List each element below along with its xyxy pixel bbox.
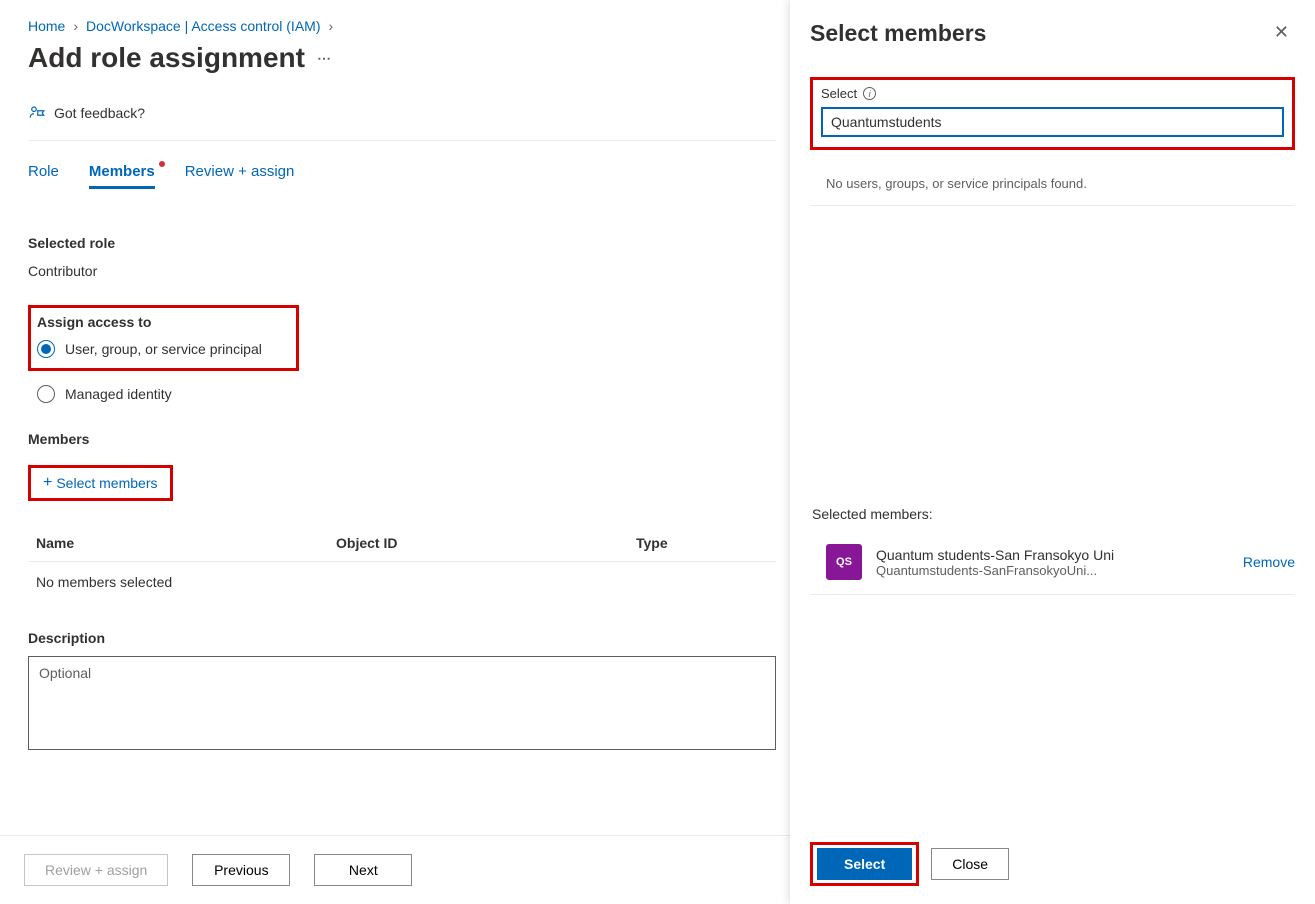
- avatar: QS: [826, 544, 862, 580]
- remove-link[interactable]: Remove: [1243, 554, 1295, 570]
- panel-footer: Select Close: [790, 824, 1315, 904]
- assign-access-label: Assign access to: [37, 314, 262, 330]
- col-object-id: Object ID: [336, 535, 636, 551]
- members-table-empty: No members selected: [28, 562, 776, 602]
- selected-role-value: Contributor: [28, 263, 776, 279]
- members-label: Members: [28, 431, 776, 447]
- review-assign-button[interactable]: Review + assign: [24, 854, 168, 886]
- no-results-text: No users, groups, or service principals …: [810, 170, 1295, 206]
- breadcrumb-workspace[interactable]: DocWorkspace | Access control (IAM): [86, 18, 320, 34]
- selected-members-label: Selected members:: [810, 506, 1295, 522]
- feedback-label: Got feedback?: [54, 105, 145, 121]
- highlight-assign-access: Assign access to User, group, or service…: [28, 305, 299, 371]
- member-name: Quantum students-San Fransokyo Uni: [876, 547, 1221, 563]
- next-button[interactable]: Next: [314, 854, 412, 886]
- chevron-right-icon: ›: [328, 18, 333, 34]
- radio-user-label: User, group, or service principal: [65, 341, 262, 357]
- select-members-link-label: Select members: [56, 475, 157, 491]
- panel-title: Select members: [810, 20, 986, 47]
- search-input[interactable]: [821, 107, 1284, 137]
- more-menu-icon[interactable]: ⋯: [317, 50, 333, 67]
- description-textarea[interactable]: Optional: [28, 656, 776, 750]
- radio-managed-label: Managed identity: [65, 386, 172, 402]
- tab-review-assign[interactable]: Review + assign: [185, 163, 295, 189]
- feedback-link[interactable]: Got feedback?: [28, 104, 776, 141]
- select-members-panel: Select members ✕ Select i No users, grou…: [790, 0, 1315, 904]
- feedback-icon: [28, 104, 46, 122]
- highlight-select-input: Select i: [810, 77, 1295, 150]
- indicator-dot-icon: [159, 161, 165, 167]
- select-label: Select: [821, 86, 857, 101]
- select-members-link[interactable]: + Select members: [43, 474, 158, 492]
- highlight-select-button: Select: [810, 842, 919, 886]
- chevron-right-icon: ›: [73, 18, 78, 34]
- radio-unchecked-icon: [37, 385, 55, 403]
- tab-members[interactable]: Members: [89, 163, 155, 189]
- page-title: Add role assignment: [28, 42, 305, 74]
- breadcrumb-home[interactable]: Home: [28, 18, 65, 34]
- selected-member-item: QS Quantum students-San Fransokyo Uni Qu…: [810, 538, 1295, 595]
- members-table-header: Name Object ID Type: [28, 525, 776, 562]
- col-name: Name: [36, 535, 336, 551]
- tab-members-label: Members: [89, 163, 155, 180]
- selected-role-label: Selected role: [28, 235, 776, 251]
- highlight-select-members: + Select members: [28, 465, 173, 501]
- info-icon[interactable]: i: [863, 87, 876, 100]
- tabs: Role Members Review + assign: [28, 163, 776, 189]
- radio-user-group-sp[interactable]: User, group, or service principal: [37, 340, 262, 358]
- plus-icon: +: [43, 474, 52, 492]
- close-button[interactable]: Close: [931, 848, 1009, 880]
- close-icon[interactable]: ✕: [1268, 20, 1295, 45]
- description-label: Description: [28, 630, 776, 646]
- member-subtext: Quantumstudents-SanFransokyoUni...: [876, 563, 1156, 578]
- previous-button[interactable]: Previous: [192, 854, 290, 886]
- breadcrumb: Home › DocWorkspace | Access control (IA…: [28, 18, 776, 34]
- radio-checked-icon: [37, 340, 55, 358]
- radio-managed-identity[interactable]: Managed identity: [37, 385, 776, 403]
- tab-role[interactable]: Role: [28, 163, 59, 189]
- bottom-bar: Review + assign Previous Next: [0, 835, 790, 904]
- select-button[interactable]: Select: [817, 848, 912, 880]
- col-type: Type: [636, 535, 776, 551]
